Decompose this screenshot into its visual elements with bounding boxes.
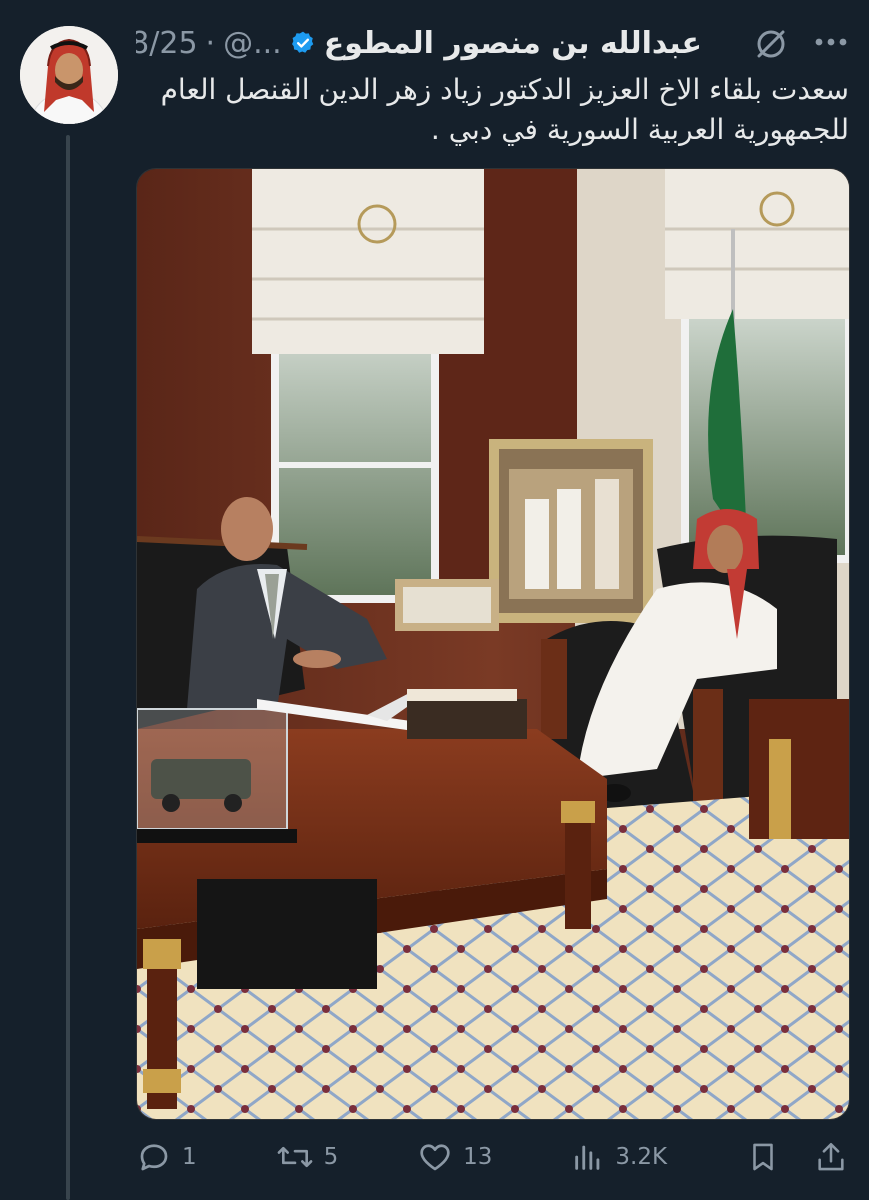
like-count: 13 <box>463 1144 493 1170</box>
action-bar: 1 5 13 3.2K <box>136 1134 848 1180</box>
repost-button[interactable]: 5 <box>276 1139 339 1175</box>
share-icon[interactable] <box>814 1139 848 1175</box>
views-count: 3.2K <box>615 1144 668 1170</box>
reply-icon <box>136 1139 172 1175</box>
right-actions <box>746 1139 848 1175</box>
grok-icon[interactable] <box>751 24 791 64</box>
handle[interactable]: @... <box>223 26 282 61</box>
repost-icon <box>276 1139 314 1175</box>
verified-badge-icon <box>290 30 316 56</box>
like-button[interactable]: 13 <box>417 1139 492 1175</box>
avatar[interactable] <box>20 26 118 124</box>
post-text: سعدت بلقاء الاخ العزيز الدكتور زياد زهر … <box>160 73 849 146</box>
separator-dot: · <box>205 25 216 61</box>
author-line: عبدالله بن منصور المطوع @... · 2/18/25 <box>136 20 702 66</box>
reply-button[interactable]: 1 <box>136 1139 197 1175</box>
reply-count: 1 <box>182 1144 197 1170</box>
bookmark-icon[interactable] <box>746 1139 780 1175</box>
like-icon <box>417 1139 453 1175</box>
thread-line <box>66 135 70 1200</box>
more-icon[interactable] <box>811 24 851 60</box>
post-date[interactable]: 2/18/25 <box>136 26 198 61</box>
display-name[interactable]: عبدالله بن منصور المطوع <box>324 26 702 61</box>
views-button[interactable]: 3.2K <box>571 1140 667 1174</box>
views-icon <box>571 1140 605 1174</box>
repost-count: 5 <box>323 1144 339 1170</box>
post-image[interactable] <box>136 168 850 1120</box>
